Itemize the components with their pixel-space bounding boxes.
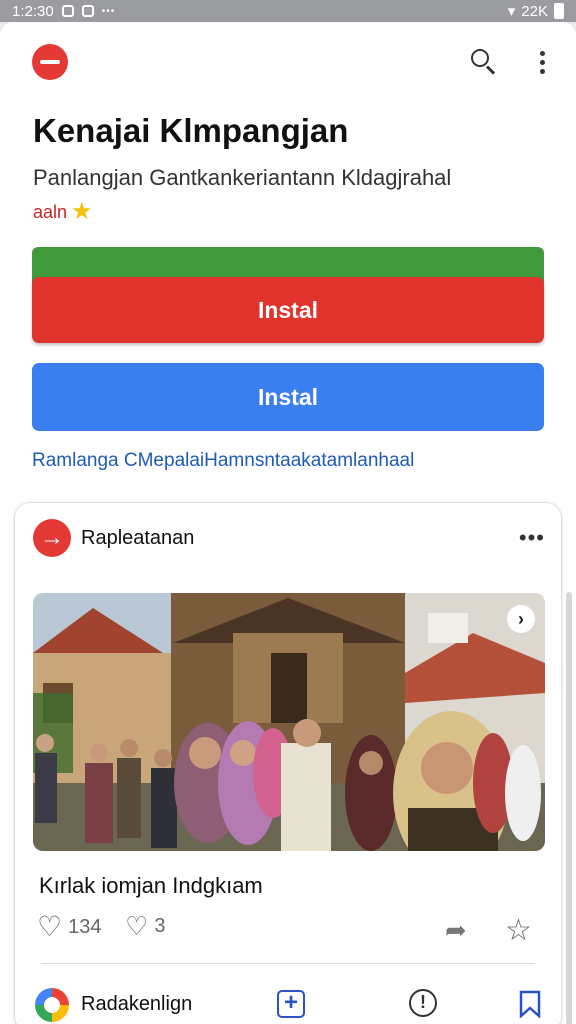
status-bar: 1:2:30 ••• ▾ 22K bbox=[0, 0, 576, 22]
battery-level: 22K bbox=[521, 2, 548, 20]
star-icon: ★ bbox=[71, 198, 93, 225]
notification-icon bbox=[61, 5, 74, 17]
heart-icon[interactable]: ♡ bbox=[37, 913, 62, 941]
post-photo[interactable]: › bbox=[33, 593, 545, 851]
report-icon[interactable]: ! bbox=[409, 989, 437, 1017]
rating-label: aaln bbox=[33, 201, 68, 222]
post-author[interactable]: Rapleatanan bbox=[81, 527, 194, 550]
search-icon[interactable] bbox=[468, 46, 500, 78]
top-bar bbox=[0, 40, 576, 84]
post-header: Rapleatanan ••• bbox=[33, 519, 545, 557]
share-icon[interactable]: ➦ bbox=[445, 915, 467, 946]
app-subtitle: Panlangjan Gantkankeriantann Kldagjrahal bbox=[33, 165, 452, 190]
developer-link[interactable]: Ramlanga CMepalaiHamnsntaakatamlanhaal bbox=[32, 450, 414, 472]
status-time: 1:2:30 bbox=[12, 2, 54, 20]
photo-illustration bbox=[33, 593, 545, 851]
app-title: Kenajai Klmpangjan bbox=[33, 112, 349, 149]
bookmark-icon[interactable] bbox=[519, 990, 541, 1018]
install-button-secondary[interactable]: Instal bbox=[32, 363, 544, 431]
battery-icon bbox=[554, 3, 564, 19]
star-icon[interactable]: ☆ bbox=[505, 913, 532, 948]
post-more-icon[interactable]: ••• bbox=[519, 525, 545, 551]
wifi-icon: ▾ bbox=[507, 3, 516, 20]
rating-row: aaln ★ bbox=[33, 200, 93, 224]
scrollbar[interactable] bbox=[566, 592, 572, 1024]
post-actions: ♡ 134 ♡ 3 ➦ ☆ bbox=[37, 913, 545, 949]
app-logo-icon[interactable] bbox=[32, 44, 68, 80]
post-avatar-icon[interactable] bbox=[33, 519, 71, 557]
more-vert-icon[interactable] bbox=[530, 46, 554, 78]
comment-action[interactable]: ♡ 3 bbox=[125, 913, 165, 939]
like-count: 134 bbox=[68, 915, 102, 938]
app-notification-icon bbox=[81, 5, 94, 17]
google-avatar-icon[interactable] bbox=[35, 988, 69, 1022]
like-action[interactable]: ♡ 134 bbox=[37, 913, 101, 941]
install-button-primary[interactable]: Instal bbox=[32, 277, 544, 343]
post-caption: Kırlak iomjan Indgkıam bbox=[39, 873, 263, 898]
footer-name[interactable]: Radakenlign bbox=[81, 993, 192, 1016]
post-card: Rapleatanan ••• bbox=[14, 502, 562, 1024]
post-footer: Radakenlign + ! bbox=[35, 985, 545, 1024]
next-photo-icon[interactable]: › bbox=[507, 605, 535, 633]
add-icon[interactable]: + bbox=[277, 990, 305, 1018]
app-sheet: Kenajai Klmpangjan Panlangjan Gantkanker… bbox=[0, 22, 576, 1024]
divider bbox=[41, 963, 535, 964]
comment-icon[interactable]: ♡ bbox=[125, 913, 148, 939]
comment-count: 3 bbox=[154, 914, 166, 937]
more-notifications-icon: ••• bbox=[101, 5, 116, 17]
